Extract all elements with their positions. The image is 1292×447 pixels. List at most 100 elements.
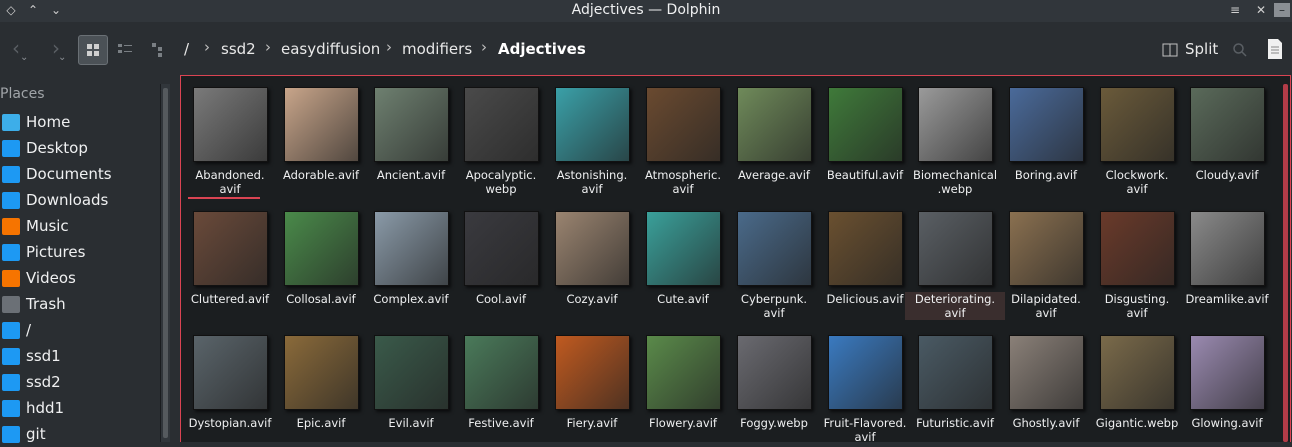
- file-thumbnail[interactable]: [1009, 211, 1084, 286]
- file-thumbnail[interactable]: [374, 211, 449, 286]
- file-thumbnail[interactable]: [1190, 335, 1265, 410]
- sidebar-item-[interactable]: /: [0, 319, 160, 343]
- file-name: Epic.avif: [296, 416, 346, 430]
- breadcrumb-current[interactable]: Adjectives: [498, 40, 586, 58]
- file-name: Biomechanical .webp: [912, 168, 998, 196]
- breadcrumb-ssd2[interactable]: ssd2: [221, 40, 256, 58]
- document-icon[interactable]: [1266, 38, 1284, 60]
- file-thumbnail[interactable]: [646, 87, 721, 162]
- breadcrumb-separator: ›: [481, 38, 487, 56]
- file-thumbnail[interactable]: [284, 211, 359, 286]
- minimize-icon[interactable]: –: [1274, 3, 1290, 17]
- sidebar-item-label: Pictures: [26, 243, 86, 261]
- sidebar-item-home[interactable]: Home: [0, 111, 160, 135]
- sidebar-item-label: Downloads: [26, 191, 109, 209]
- file-thumbnail[interactable]: [828, 335, 903, 410]
- sidebar-scroll-thumb[interactable]: [163, 88, 168, 438]
- file-view[interactable]: Abandoned. avif Adorable.avif Ancient.avif A…: [180, 75, 1291, 444]
- file-thumbnail[interactable]: [1190, 87, 1265, 162]
- file-thumbnail[interactable]: [828, 87, 903, 162]
- file-thumbnail[interactable]: [193, 335, 268, 410]
- file-thumbnail[interactable]: [1190, 211, 1265, 286]
- sidebar-item-downloads[interactable]: Downloads: [0, 189, 160, 213]
- pictures-icon: [2, 244, 20, 261]
- file-thumbnail[interactable]: [918, 211, 993, 286]
- file-thumbnail[interactable]: [646, 335, 721, 410]
- file-thumbnail[interactable]: [464, 87, 539, 162]
- file-name: Ancient.avif: [376, 168, 446, 182]
- documents-icon: [2, 166, 20, 183]
- file-thumbnail[interactable]: [464, 335, 539, 410]
- breadcrumb-separator: ›: [265, 38, 271, 56]
- desktop-icon: [2, 140, 20, 157]
- sidebar-item-videos[interactable]: Videos: [0, 267, 160, 291]
- file-name: Cloudy.avif: [1195, 168, 1259, 182]
- sidebar-item-pictures[interactable]: Pictures: [0, 241, 160, 265]
- file-thumbnail[interactable]: [1100, 335, 1175, 410]
- file-thumbnail[interactable]: [1100, 211, 1175, 286]
- file-thumbnail[interactable]: [555, 335, 630, 410]
- file-name: Disgusting. avif: [1104, 292, 1170, 320]
- file-thumbnail[interactable]: [737, 87, 812, 162]
- file-thumbnail[interactable]: [374, 87, 449, 162]
- title-bar: ◇ ⌃ ⌄ Adjectives — Dolphin ≡ ✕ –: [0, 0, 1292, 22]
- file-thumbnail[interactable]: [646, 211, 721, 286]
- file-thumbnail[interactable]: [193, 87, 268, 162]
- file-thumbnail[interactable]: [1100, 87, 1175, 162]
- sidebar-item-trash[interactable]: Trash: [0, 293, 160, 317]
- file-name: Atmospheric. avif: [645, 168, 721, 196]
- file-thumbnail[interactable]: [828, 211, 903, 286]
- split-button[interactable]: Split: [1185, 40, 1218, 58]
- file-thumbnail[interactable]: [374, 335, 449, 410]
- breadcrumb-root[interactable]: /: [184, 40, 189, 58]
- sidebar-item-hdd1[interactable]: hdd1: [0, 397, 160, 421]
- music-icon: [2, 218, 20, 235]
- sidebar-scrollbar[interactable]: [160, 84, 170, 442]
- file-name: Glowing.avif: [1191, 416, 1263, 430]
- file-thumbnail[interactable]: [737, 335, 812, 410]
- compact-list-icon: [118, 44, 132, 53]
- forward-dropdown-icon[interactable]: ⌄: [58, 52, 66, 63]
- focus-indicator: [188, 197, 260, 199]
- icons-view-button[interactable]: [78, 35, 108, 65]
- sidebar-item-desktop[interactable]: Desktop: [0, 137, 160, 161]
- file-name: Boring.avif: [1014, 168, 1078, 182]
- split-icon[interactable]: [1162, 42, 1178, 58]
- breadcrumb-easydiffusion[interactable]: easydiffusion: [281, 40, 380, 58]
- file-thumbnail[interactable]: [918, 87, 993, 162]
- compact-view-button[interactable]: [112, 35, 142, 65]
- file-thumbnail[interactable]: [918, 335, 993, 410]
- details-view-button[interactable]: [146, 35, 176, 65]
- file-thumbnail[interactable]: [555, 87, 630, 162]
- file-thumbnail[interactable]: [1009, 335, 1084, 410]
- file-thumbnail[interactable]: [555, 211, 630, 286]
- sidebar-item-label: hdd1: [26, 399, 65, 417]
- sidebar-item-label: Trash: [26, 295, 66, 313]
- sidebar-item-git[interactable]: git: [0, 423, 160, 447]
- back-icon[interactable]: ‹: [12, 36, 20, 60]
- content-scroll-thumb[interactable]: [1283, 84, 1288, 442]
- sidebar-item-music[interactable]: Music: [0, 215, 160, 239]
- file-name: Dystopian.avif: [188, 416, 272, 430]
- file-thumbnail[interactable]: [284, 87, 359, 162]
- file-thumbnail[interactable]: [1009, 87, 1084, 162]
- file-thumbnail[interactable]: [193, 211, 268, 286]
- file-name: Foggy.webp: [740, 416, 808, 430]
- file-name: Flowery.avif: [649, 416, 717, 430]
- sidebar-item-ssd2[interactable]: ssd2: [0, 371, 160, 395]
- file-name: Cozy.avif: [566, 292, 618, 306]
- file-name: Ghostly.avif: [1012, 416, 1080, 430]
- file-name: Dilapidated. avif: [1011, 292, 1081, 320]
- file-name: Collosal.avif: [286, 292, 356, 306]
- sidebar-item-ssd1[interactable]: ssd1: [0, 345, 160, 369]
- file-thumbnail[interactable]: [284, 335, 359, 410]
- file-thumbnail[interactable]: [464, 211, 539, 286]
- file-thumbnail[interactable]: [737, 211, 812, 286]
- back-dropdown-icon[interactable]: ⌄: [20, 52, 28, 63]
- sidebar-item-documents[interactable]: Documents: [0, 163, 160, 187]
- close-icon[interactable]: ✕: [1250, 0, 1272, 20]
- content-scrollbar[interactable]: [1282, 80, 1290, 442]
- breadcrumb-modifiers[interactable]: modifiers: [402, 40, 472, 58]
- hamburger-icon[interactable]: ≡: [1224, 0, 1246, 20]
- search-icon[interactable]: [1232, 42, 1248, 58]
